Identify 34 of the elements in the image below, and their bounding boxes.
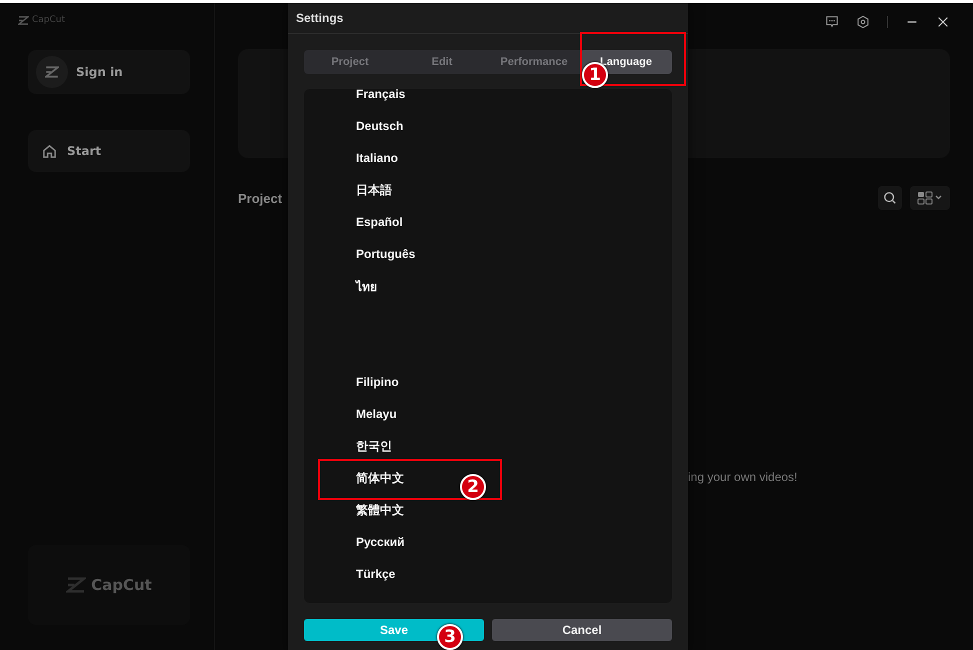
app-logo: CapCut [18, 15, 190, 25]
avatar-icon [36, 56, 68, 88]
sign-in-button[interactable]: Sign in [28, 50, 190, 94]
language-option[interactable]: 日本語 [356, 182, 392, 198]
view-toggle-button[interactable] [910, 186, 950, 210]
home-icon [42, 144, 57, 158]
language-option[interactable]: Melayu [356, 407, 397, 421]
language-option[interactable]: 한국인 [356, 438, 392, 454]
language-option[interactable]: ไทย [356, 276, 377, 296]
step-badge: 3 [437, 624, 463, 650]
language-option[interactable]: Italiano [356, 151, 398, 165]
footer-logo: CapCut [91, 576, 152, 594]
step-badge: 2 [460, 474, 486, 500]
grid-view-icon [917, 191, 943, 205]
settings-icon[interactable] [856, 14, 870, 28]
language-option[interactable]: Deutsch [356, 119, 404, 133]
projects-heading: Project [238, 190, 282, 206]
language-option[interactable]: Русский [356, 535, 404, 549]
dialog-title: Settings [288, 3, 688, 34]
logo-icon [66, 577, 86, 593]
language-option[interactable]: Español [356, 215, 403, 229]
cancel-button[interactable]: Cancel [492, 619, 672, 641]
empty-hint-text: ing your own videos! [688, 470, 798, 484]
language-option[interactable]: Türkçe [356, 567, 396, 581]
language-option[interactable]: Filipino [356, 375, 399, 389]
language-option[interactable]: 简体中文 [356, 470, 404, 486]
close-icon[interactable] [936, 14, 950, 28]
language-option[interactable]: Português [356, 247, 416, 261]
language-option[interactable]: Français [356, 89, 406, 101]
feedback-icon[interactable] [825, 14, 839, 28]
search-button[interactable] [878, 186, 902, 210]
language-option[interactable]: 繁體中文 [356, 502, 404, 518]
start-nav-item[interactable]: Start [28, 130, 190, 172]
search-icon [883, 191, 897, 205]
